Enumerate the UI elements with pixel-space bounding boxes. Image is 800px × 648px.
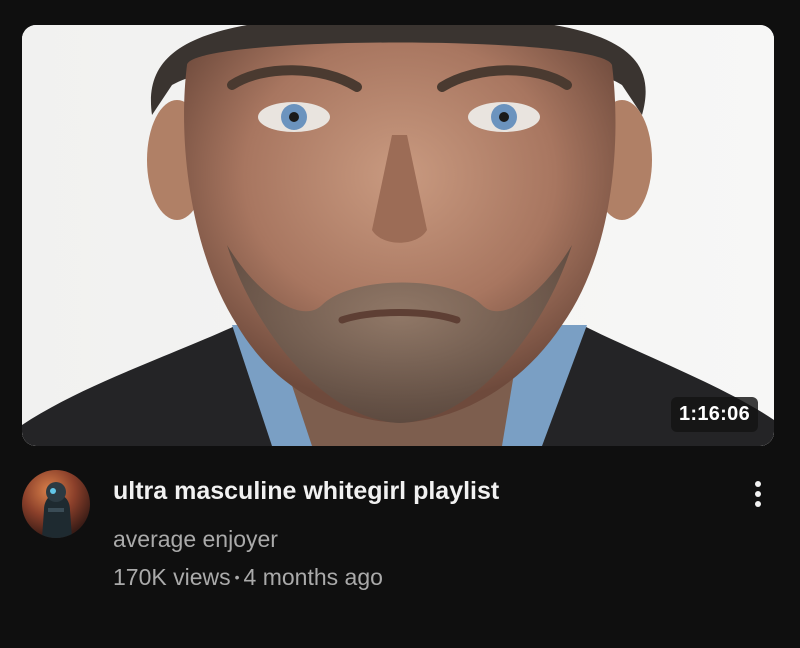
upload-age: 4 months ago xyxy=(243,564,383,590)
thumbnail-image xyxy=(22,25,774,446)
video-title[interactable]: ultra masculine whitegirl playlist xyxy=(113,474,723,508)
video-metadata: 170K views • 4 months ago xyxy=(113,562,723,592)
video-info: ultra masculine whitegirl playlist avera… xyxy=(113,474,723,592)
video-card: 1:16:06 ultra masculine whitegirl playli… xyxy=(0,0,800,648)
avatar-image xyxy=(22,470,90,538)
more-options-button[interactable] xyxy=(742,474,774,514)
meta-separator: • xyxy=(234,569,240,585)
more-vert-icon xyxy=(755,481,761,507)
duration-badge: 1:16:06 xyxy=(670,397,758,432)
video-thumbnail[interactable]: 1:16:06 xyxy=(22,25,774,446)
view-count: 170K views xyxy=(113,564,231,590)
channel-name[interactable]: average enjoyer xyxy=(113,524,723,554)
channel-avatar[interactable] xyxy=(22,470,90,538)
